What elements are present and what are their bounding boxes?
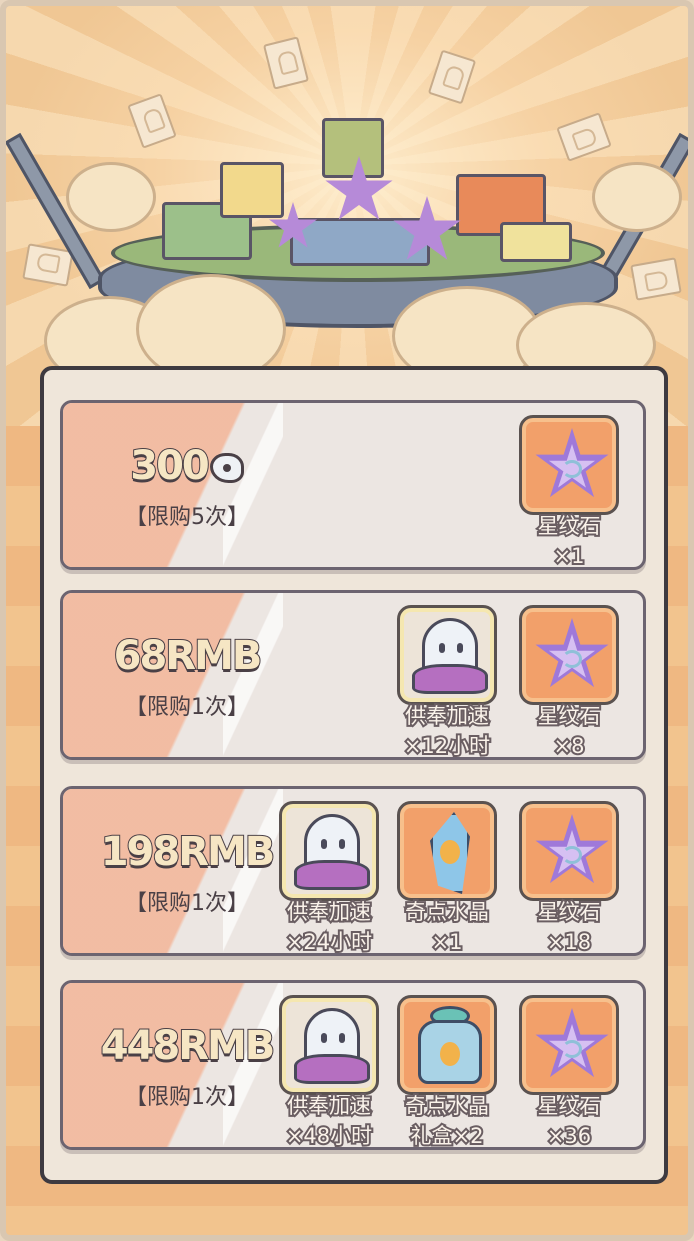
reward-name: 星纹石 [536, 898, 603, 926]
reward-name: 星纹石 [536, 702, 603, 730]
offer-price: 448RMB [100, 1022, 277, 1070]
cloud-icon [66, 162, 156, 232]
reward-item[interactable]: 供奉加速 ×12小时 [397, 605, 497, 757]
reward-item[interactable]: 星纹石 ×8 [519, 605, 619, 757]
reward-qty: ×36 [545, 1122, 593, 1148]
reward-qty: ×12小时 [402, 732, 492, 758]
offer-price: 68RMB [113, 632, 264, 680]
offer-card[interactable]: 198RMB 【限购1次】 供奉加速 ×24小时 奇点水晶 ×1 星纹石 ×18 [60, 786, 646, 956]
reward-item[interactable]: 星纹石 ×18 [519, 801, 619, 953]
reward-qty: ×1 [552, 542, 587, 568]
purchase-limit: 【限购1次】 [125, 1085, 249, 1110]
offer-card[interactable]: 68RMB 【限购1次】 供奉加速 ×12小时 星纹石 ×8 [60, 590, 646, 760]
purchase-limit: 【限购5次】 [125, 505, 249, 530]
reward-item[interactable]: 供奉加速 ×24小时 [279, 801, 379, 953]
purchase-limit: 【限购1次】 [125, 695, 249, 720]
reward-item[interactable]: 奇点水晶 礼盒×2 [397, 995, 497, 1147]
offer-price: 198RMB [100, 828, 277, 876]
reward-item[interactable]: 星纹石 ×1 [519, 415, 619, 567]
reward-item[interactable]: 星纹石 ×36 [519, 995, 619, 1147]
ghost-coin-icon [209, 453, 244, 483]
purchase-limit: 【限购1次】 [125, 891, 249, 916]
reward-item[interactable]: 奇点水晶 ×1 [397, 801, 497, 953]
shop-frame: 300 【限购5次】 星纹石 ×1 68RMB 【限购1次】 供奉加速 ×12小… [0, 0, 694, 1241]
gift-box-icon [220, 162, 284, 218]
reward-name: 奇点水晶 [403, 1092, 491, 1120]
reward-name: 奇点水晶 [403, 898, 491, 926]
reward-name: 供奉加速 [403, 702, 491, 730]
cloud-icon [592, 162, 682, 232]
offer-price: 300 [87, 442, 287, 490]
reward-qty: 礼盒×2 [409, 1122, 486, 1148]
reward-name: 星纹石 [536, 1092, 603, 1120]
gift-box-icon [322, 118, 384, 178]
reward-qty: ×18 [545, 928, 593, 954]
reward-name: 星纹石 [536, 512, 603, 540]
offer-card[interactable]: 300 【限购5次】 星纹石 ×1 [60, 400, 646, 570]
offer-card[interactable]: 448RMB 【限购1次】 供奉加速 ×48小时 奇点水晶 礼盒×2 星纹石 ×… [60, 980, 646, 1150]
gift-box-icon [500, 222, 572, 262]
reward-qty: ×8 [552, 732, 587, 758]
reward-item[interactable]: 供奉加速 ×48小时 [279, 995, 379, 1147]
reward-qty: ×1 [430, 928, 465, 954]
